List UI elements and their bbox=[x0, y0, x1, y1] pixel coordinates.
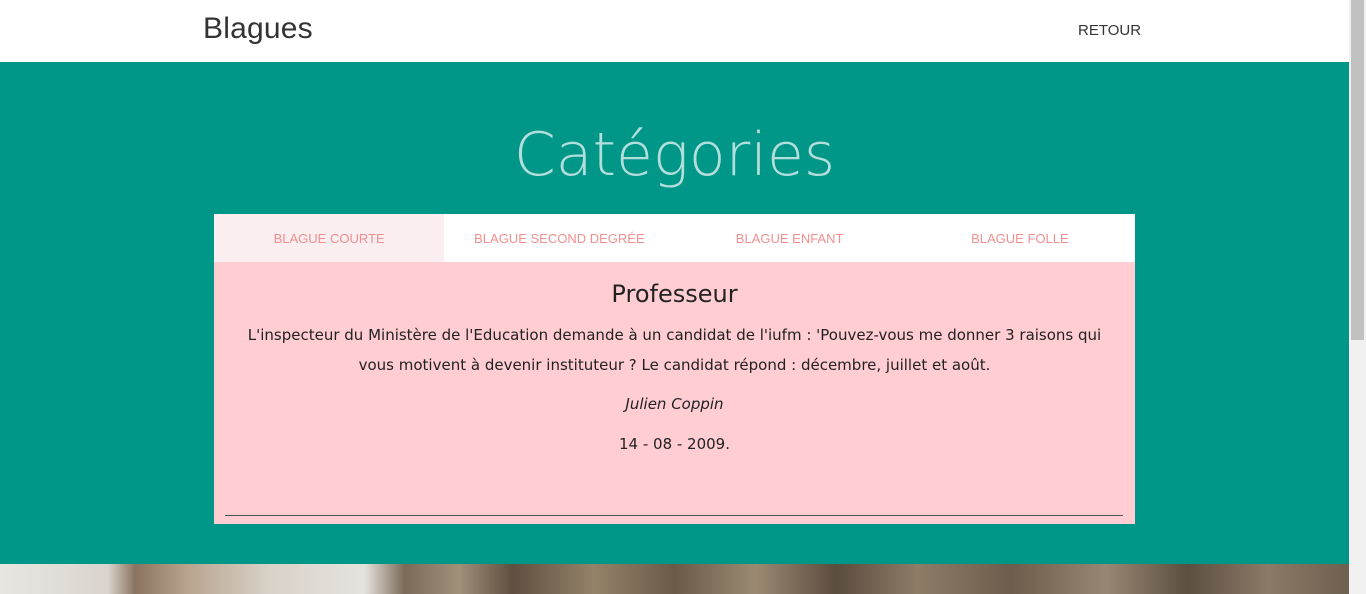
scrollbar-thumb[interactable] bbox=[1351, 0, 1364, 340]
brand-title[interactable]: Blagues bbox=[203, 12, 313, 46]
joke-text: L'inspecteur du Ministère de l'Education… bbox=[247, 326, 1102, 374]
page-title: Catégories bbox=[513, 120, 836, 190]
back-link[interactable]: RETOUR bbox=[1078, 22, 1141, 39]
tab-blague-enfant[interactable]: BLAGUE ENFANT bbox=[675, 214, 905, 262]
divider bbox=[225, 515, 1123, 516]
category-tabs: BLAGUE COURTE BLAGUE SECOND DEGRÉE BLAGU… bbox=[214, 214, 1135, 262]
scrollbar[interactable] bbox=[1349, 0, 1366, 594]
categories-section: Catégories BLAGUE COURTE BLAGUE SECOND D… bbox=[0, 62, 1349, 564]
tab-blague-folle[interactable]: BLAGUE FOLLE bbox=[905, 214, 1135, 262]
joke-author: Julien Coppin bbox=[625, 395, 724, 413]
tab-blague-second-degree[interactable]: BLAGUE SECOND DEGRÉE bbox=[444, 214, 674, 262]
joke-title: Professeur bbox=[611, 280, 738, 308]
top-navbar: Blagues RETOUR bbox=[0, 0, 1349, 62]
background-photo bbox=[0, 564, 1349, 594]
joke-panel: Professeur L'inspecteur du Ministère de … bbox=[214, 262, 1135, 524]
joke-date: 14 - 08 - 2009. bbox=[618, 435, 730, 453]
tab-blague-courte[interactable]: BLAGUE COURTE bbox=[214, 214, 445, 262]
